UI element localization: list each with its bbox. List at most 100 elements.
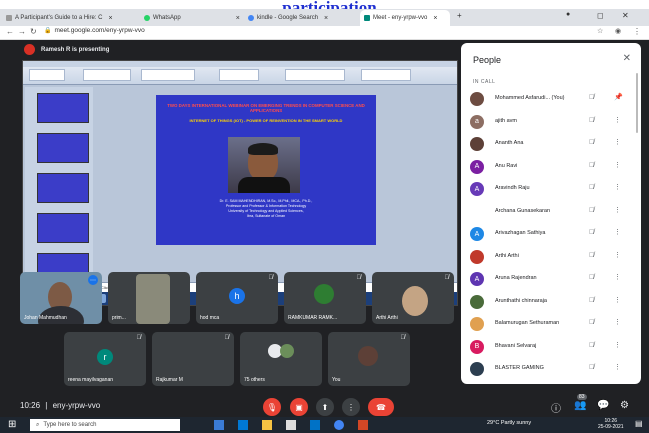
- participant-row[interactable]: BLASTER GAMING 🎙̸ ⋮: [461, 360, 641, 382]
- chat-icon[interactable]: 💬: [597, 400, 609, 411]
- participant-tile[interactable]: 🎙̸ r reena mayilvaganan: [64, 332, 146, 386]
- participant-row[interactable]: Arunthathi chinnaraja 🎙̸ ⋮: [461, 293, 641, 315]
- new-tab-button[interactable]: +: [457, 11, 462, 20]
- more-vert-icon[interactable]: ⋮: [614, 161, 621, 169]
- mic-toggle-button[interactable]: 🎙: [263, 398, 281, 416]
- mic-off-icon: 🎙̸: [268, 275, 274, 281]
- more-vert-icon[interactable]: ⋮: [614, 251, 621, 259]
- participant-row[interactable]: A Aruna Rajendran 🎙̸ ⋮: [461, 270, 641, 292]
- camera-toggle-button[interactable]: ▣: [290, 398, 308, 416]
- participant-name: Balamurugan Sethuraman: [495, 320, 560, 326]
- participant-tile[interactable]: 🎙̸ Rajkumar M: [152, 332, 234, 386]
- more-vert-icon[interactable]: ⋮: [614, 296, 621, 304]
- participant-tile[interactable]: 🎙̸ Arthi Arthi: [372, 272, 454, 324]
- participant-tile[interactable]: prim...: [108, 272, 190, 324]
- url-field[interactable]: 🔒 meet.google.com/eny-yrpw-vvo: [44, 27, 145, 34]
- avatar: [470, 317, 484, 331]
- taskbar-search[interactable]: ⌕ Type here to search: [30, 419, 180, 431]
- shared-screen[interactable]: TWO DAYS INTERNATIONAL WEBINAR ON EMERGI…: [22, 60, 458, 306]
- close-icon[interactable]: ×: [324, 15, 328, 22]
- task-view-icon[interactable]: [214, 420, 224, 430]
- close-window-icon[interactable]: ✕: [622, 11, 629, 20]
- reload-icon[interactable]: ↻: [30, 27, 37, 36]
- more-vert-icon[interactable]: ⋮: [614, 138, 621, 146]
- browser-tab-1[interactable]: A Participant's Guide to a Hire: C ×: [2, 10, 140, 26]
- mail-icon[interactable]: [310, 420, 320, 430]
- browser-tab-3[interactable]: kindle - Google Search ×: [244, 10, 356, 26]
- more-options-button[interactable]: ⋮: [342, 398, 360, 416]
- self-tile[interactable]: 🎙̸ You: [328, 332, 410, 386]
- bookmark-star-icon[interactable]: ☆: [597, 27, 603, 35]
- participant-name: Aruna Rajendran: [495, 275, 537, 281]
- participant-row[interactable]: A Arivazhagan Sathiya 🎙̸ ⋮: [461, 225, 641, 247]
- chrome-icon[interactable]: [334, 420, 344, 430]
- avatar: [470, 362, 484, 376]
- avatar: A: [470, 227, 484, 241]
- extension-icon[interactable]: ◉: [615, 27, 621, 35]
- edge-icon[interactable]: [238, 420, 248, 430]
- present-button[interactable]: ⬆: [316, 398, 334, 416]
- powerpoint-icon[interactable]: [358, 420, 368, 430]
- mic-off-icon: 🎙: [266, 402, 278, 412]
- participant-row[interactable]: B Bhavani Selvaraj 🎙̸ ⋮: [461, 338, 641, 360]
- store-icon[interactable]: [286, 420, 296, 430]
- more-vert-icon[interactable]: ⋮: [614, 318, 621, 326]
- people-button[interactable]: 👥: [574, 400, 586, 411]
- more-vert-icon[interactable]: ⋮: [614, 228, 621, 236]
- close-icon[interactable]: ×: [236, 15, 240, 22]
- lock-icon: 🔒: [44, 28, 52, 34]
- more-options-icon[interactable]: ⋯: [88, 275, 98, 285]
- notification-icon[interactable]: ▤: [635, 419, 643, 428]
- forward-icon[interactable]: →: [18, 27, 26, 36]
- activities-icon[interactable]: ⚙: [620, 400, 629, 411]
- browser-tab-2[interactable]: WhatsApp ×: [140, 10, 240, 26]
- info-icon[interactable]: ⓘ: [551, 400, 561, 415]
- browser-tab-4[interactable]: Meet - eny-yrpw-vvo ×: [360, 10, 450, 26]
- participant-tile[interactable]: ⋯ Johan Mahmudhan: [20, 272, 102, 324]
- more-vert-icon[interactable]: ⋮: [614, 206, 621, 214]
- more-vert-icon[interactable]: ⋮: [614, 363, 621, 371]
- speaker-line: Ibra, Sultanate of Oman: [246, 214, 286, 218]
- leave-call-button[interactable]: ☎: [368, 398, 394, 416]
- participant-tile[interactable]: 🎙̸ RAMKUMAR RAMK...: [284, 272, 366, 324]
- more-vert-icon[interactable]: ⋮: [614, 273, 621, 281]
- clock[interactable]: 10:26 25-09-2021: [598, 418, 624, 430]
- participant-row[interactable]: Balamurugan Sethuraman 🎙̸ ⋮: [461, 315, 641, 337]
- back-icon[interactable]: ←: [6, 27, 14, 36]
- others-tile[interactable]: 75 others: [240, 332, 322, 386]
- avatar: [470, 137, 484, 151]
- search-icon: ⌕: [36, 421, 40, 428]
- address-bar: ← → ↻ 🔒 meet.google.com/eny-yrpw-vvo ☆ ◉…: [0, 26, 649, 40]
- tab-label: kindle - Google Search: [257, 15, 319, 21]
- more-vert-icon[interactable]: ⋮: [614, 341, 621, 349]
- participant-name: Arunthathi chinnaraja: [495, 297, 547, 304]
- participant-row[interactable]: A Anu Ravi 🎙̸ ⋮: [461, 158, 641, 180]
- participant-tile[interactable]: 🎙̸ h hod mca: [196, 272, 278, 324]
- file-explorer-icon[interactable]: [262, 420, 272, 430]
- slide-subtitle: INTERNET OF THINGS (IOT) - POWER OF REIN…: [189, 118, 343, 123]
- tab-label: A Participant's Guide to a Hire: C: [15, 15, 103, 21]
- mic-off-icon: 🎙̸: [589, 319, 595, 326]
- participant-row[interactable]: A Aravindh Raju 🎙̸ ⋮: [461, 180, 641, 202]
- pin-icon[interactable]: 📌: [614, 93, 623, 101]
- meeting-code: eny-yrpw-vvo: [52, 401, 101, 410]
- close-icon[interactable]: ✕: [623, 53, 631, 64]
- maximize-icon[interactable]: ◻: [597, 11, 604, 20]
- participant-row[interactable]: a ajith avm 🎙̸ ⋮: [461, 113, 641, 135]
- participant-name: Mohammed Asfarudi... (You): [495, 95, 565, 101]
- windows-start-icon[interactable]: ⊞: [8, 419, 16, 430]
- profile-icon[interactable]: ●: [566, 11, 570, 18]
- section-heading: IN CALL: [473, 79, 496, 85]
- camera-off-icon: ▣: [295, 402, 303, 412]
- menu-dots-icon[interactable]: ⋮: [633, 27, 641, 36]
- participant-row[interactable]: Arthi Arthi 🎙̸ ⋮: [461, 248, 641, 270]
- close-icon[interactable]: ×: [433, 15, 437, 22]
- participant-row[interactable]: Ananth Ana 🎙̸ ⋮: [461, 135, 641, 157]
- participant-row[interactable]: Archana Gunasekaran 🎙̸ ⋮: [461, 203, 641, 225]
- more-vert-icon[interactable]: ⋮: [614, 116, 621, 124]
- participant-row[interactable]: Mohammed Asfarudi... (You) 🎙̸ 📌: [461, 90, 641, 112]
- close-icon[interactable]: ×: [109, 15, 113, 22]
- weather-widget[interactable]: 29°C Partly sunny: [487, 420, 531, 426]
- more-vert-icon: ⋮: [347, 402, 355, 412]
- more-vert-icon[interactable]: ⋮: [614, 183, 621, 191]
